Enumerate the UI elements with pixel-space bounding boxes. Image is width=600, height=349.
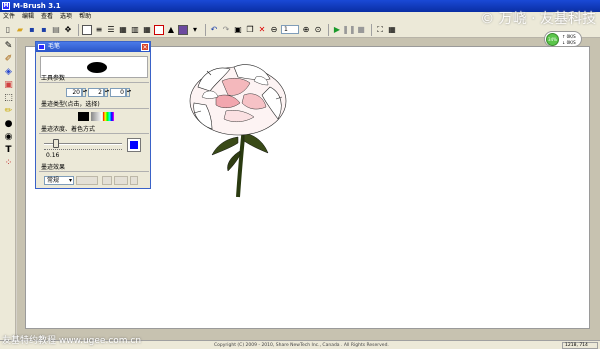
ink-color-swatch [130, 141, 138, 149]
close-icon[interactable]: ✕ [141, 43, 149, 51]
zoom-fit-icon[interactable]: ⊙ [313, 25, 323, 35]
window-title: M-Brush 3.1 [13, 2, 61, 10]
stop-icon[interactable]: ■ [356, 25, 366, 35]
brush-panel-titlebar[interactable]: 毛笔 ✕ [36, 42, 150, 52]
tool-params-label: 工具参数 [41, 75, 66, 82]
text-tool-icon[interactable]: T [3, 145, 14, 156]
dropdown-icon[interactable]: ▾ [190, 25, 200, 35]
shape-tool-icon[interactable]: ◉ [3, 132, 14, 143]
menu-options[interactable]: 选项 [60, 12, 72, 22]
brush-panel-icon [38, 44, 45, 50]
ink-effect-select[interactable]: 常规 ▾ [44, 176, 74, 185]
undo-icon[interactable]: ↶ [209, 25, 219, 35]
toolbar-separator [205, 23, 206, 36]
watermark-top: © 万峣 · 友基科技 [480, 11, 596, 27]
ink-type-solid[interactable] [78, 112, 89, 121]
zoom-out-icon[interactable]: ⊖ [269, 25, 279, 35]
ink-effect-value: 常规 [47, 177, 60, 184]
menu-edit[interactable]: 编辑 [22, 12, 34, 22]
ink-effect-label: 墨迹效果 [41, 164, 66, 171]
toolbar-separator [78, 23, 79, 36]
landscape-icon[interactable]: ▲ [166, 25, 176, 35]
param-pressure-input[interactable]: 2 [88, 88, 104, 97]
layout-table-icon[interactable]: ▦ [142, 25, 152, 35]
ink-type-rainbow[interactable] [103, 112, 114, 121]
new-file-icon[interactable]: ▯ [3, 25, 13, 35]
opacity-slider-thumb[interactable] [53, 139, 60, 148]
pause-icon[interactable]: ❚❚ [342, 25, 355, 35]
layout-single-icon[interactable] [82, 24, 92, 35]
app-icon: M [2, 2, 10, 10]
opacity-slider-ticks [44, 149, 122, 151]
tool-strip: ✎ ✐ ◈ ▣ ⬚ ✏ ● ◉ T ⁘ [0, 38, 16, 340]
param-pressure-spinner[interactable]: ▴▾ [104, 88, 109, 97]
grid-view-icon[interactable]: ▦ [387, 25, 397, 35]
fullscreen-icon[interactable]: ⛶ [375, 25, 385, 35]
save-as-icon[interactable]: ▪ [39, 25, 49, 35]
menu-view[interactable]: 查看 [41, 12, 53, 22]
upload-speed: ↑ 0K/S [562, 34, 576, 39]
fill-tool-icon[interactable]: ◈ [3, 67, 14, 78]
brush-panel[interactable]: 毛笔 ✕ 工具参数 20 ▴▾ 2 ▴▾ 0 ▴▾ 墨迹类型(点击，选择) 墨迹… [35, 41, 151, 189]
ink-opacity-label: 墨迹浓度、着色方式 [41, 126, 96, 133]
brush-tool-icon[interactable]: ✎ [3, 41, 14, 52]
print-icon[interactable]: ▤ [51, 25, 61, 35]
menu-help[interactable]: 帮助 [79, 12, 91, 22]
frame-red-icon[interactable] [154, 24, 164, 35]
param-angle-input[interactable]: 0 [110, 88, 126, 97]
param-size-input[interactable]: 20 [66, 88, 82, 97]
effect-param-disabled [102, 176, 112, 185]
download-speed: ↓ 0K/S [562, 40, 576, 45]
image-icon[interactable] [178, 24, 188, 35]
layout-grid-icon[interactable]: ▦ [118, 25, 128, 35]
param-size-spinner[interactable]: ▴▾ [82, 88, 87, 97]
eraser-tool-icon[interactable]: ▣ [3, 80, 14, 91]
layout-lines-icon[interactable]: ≡ [94, 25, 104, 35]
brush-shape-preview [87, 62, 107, 73]
toolbar-separator [328, 23, 329, 36]
chevron-down-icon: ▾ [68, 177, 72, 184]
menu-file[interactable]: 文件 [3, 12, 15, 22]
effect-param-disabled [114, 176, 128, 185]
marker-tool-icon[interactable]: ✏ [3, 106, 14, 117]
copy-icon[interactable]: ❐ [245, 25, 255, 35]
redo-icon[interactable]: ↷ [221, 25, 231, 35]
select-tool-icon[interactable]: ⬚ [3, 93, 14, 104]
watermark-bottom: 友基特约教程 www.ugee.com.cn [2, 336, 142, 346]
stamp-tool-icon[interactable]: ● [3, 119, 14, 130]
ink-type-gradient[interactable] [91, 112, 102, 121]
opacity-value: 0.16 [46, 152, 60, 159]
cursor-coordinates: 1218, 714 [562, 342, 598, 349]
palette-tool-icon[interactable]: ⁘ [3, 158, 14, 169]
effect-option-disabled [76, 176, 98, 185]
delete-icon[interactable]: ✕ [257, 25, 267, 35]
layout-rows-icon[interactable]: ☰ [106, 25, 116, 35]
open-folder-icon[interactable]: ▰ [15, 25, 25, 35]
effect-param-disabled [130, 176, 138, 185]
clipboard-icon[interactable]: ▣ [233, 25, 243, 35]
copyright-text: Copyright (C) 2009 - 2010, Share NewTech… [214, 343, 389, 348]
speed-percent: 34% [546, 33, 559, 46]
play-icon[interactable]: ▶ [332, 25, 342, 35]
brush-panel-title: 毛笔 [48, 43, 61, 50]
ink-type-label: 墨迹类型(点击，选择) [41, 101, 100, 108]
pen-tool-icon[interactable]: ✐ [3, 54, 14, 65]
layout-columns-icon[interactable]: ▥ [130, 25, 140, 35]
zoom-input[interactable]: 1 [281, 25, 299, 34]
move-icon[interactable]: ✥ [63, 25, 73, 35]
network-speed-widget: 34% ↑ 0K/S ↓ 0K/S [544, 31, 582, 47]
toolbar-separator [371, 23, 372, 36]
param-angle-spinner[interactable]: ▴▾ [126, 88, 131, 97]
zoom-in-icon[interactable]: ⊕ [301, 25, 311, 35]
ink-color-button[interactable] [127, 138, 141, 152]
save-icon[interactable]: ▪ [27, 25, 37, 35]
